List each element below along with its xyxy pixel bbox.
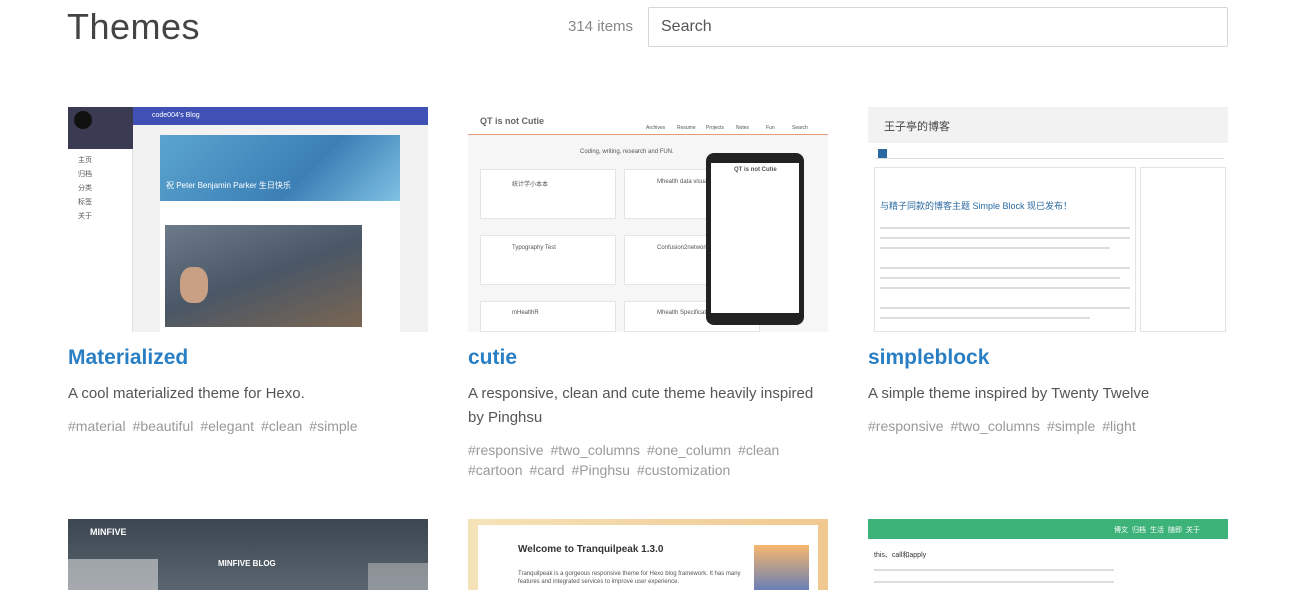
theme-card: 王子亭的博客 与精子同款的博客主题 Simple Block 现已发布！ sim… (868, 107, 1228, 436)
tag[interactable]: #light (1102, 416, 1135, 436)
theme-card: code004's Blog 祝 Peter Benjamin Parker 生… (68, 107, 428, 436)
theme-card: 博文 归档 生活 随即 关于 this、call和apply (868, 519, 1228, 590)
tag[interactable]: #material (68, 416, 126, 436)
tag[interactable]: #Pinghsu (572, 460, 630, 480)
tag[interactable]: #customization (637, 460, 730, 480)
tag[interactable]: #clean (738, 440, 779, 460)
tag-list: #material #beautiful #elegant #clean #simple (68, 416, 428, 436)
theme-card: QT is not Cutie Archives Resume Projects… (468, 107, 828, 480)
theme-thumbnail[interactable]: 王子亭的博客 与精子同款的博客主题 Simple Block 现已发布！ (868, 107, 1228, 332)
tag-list: #responsive #two_columns #simple #light (868, 416, 1228, 436)
theme-card: Welcome to Tranquilpeak 1.3.0 Tranquilpe… (468, 519, 828, 590)
theme-thumbnail[interactable]: QT is not Cutie Archives Resume Projects… (468, 107, 828, 332)
tag[interactable]: #simple (309, 416, 357, 436)
theme-title[interactable]: cutie (468, 346, 828, 374)
theme-description: A simple theme inspired by Twenty Twelve (868, 385, 1150, 402)
theme-title[interactable]: simpleblock (868, 346, 1228, 374)
theme-card: MINFIVE MINFIVE BLOG (68, 519, 428, 590)
theme-thumbnail[interactable]: Welcome to Tranquilpeak 1.3.0 Tranquilpe… (468, 519, 828, 590)
theme-thumbnail[interactable]: 博文 归档 生活 随即 关于 this、call和apply (868, 519, 1228, 590)
theme-description: A cool materialized theme for Hexo. (68, 385, 305, 402)
tag-list: #responsive #two_columns #one_column #clean… (468, 440, 828, 480)
tag[interactable]: #simple (1047, 416, 1095, 436)
item-count: 314 items (568, 18, 634, 35)
tag[interactable]: #two_columns (551, 440, 641, 460)
tag[interactable]: #clean (261, 416, 302, 436)
tag[interactable]: #cartoon (468, 460, 522, 480)
theme-description: A responsive, clean and cute theme heavi… (468, 385, 814, 426)
tag[interactable]: #elegant (200, 416, 254, 436)
tag[interactable]: #responsive (468, 440, 544, 460)
theme-thumbnail[interactable]: MINFIVE MINFIVE BLOG (68, 519, 428, 590)
tag[interactable]: #card (529, 460, 564, 480)
theme-thumbnail[interactable]: code004's Blog 祝 Peter Benjamin Parker 生… (68, 107, 428, 332)
theme-title[interactable]: Materialized (68, 346, 428, 374)
page-header: Themes 314 items (0, 0, 1294, 60)
tag[interactable]: #responsive (868, 416, 944, 436)
search-input[interactable] (648, 7, 1228, 47)
tag[interactable]: #beautiful (133, 416, 194, 436)
tag[interactable]: #two_columns (951, 416, 1041, 436)
tag[interactable]: #one_column (647, 440, 731, 460)
page-title: Themes (67, 6, 201, 47)
